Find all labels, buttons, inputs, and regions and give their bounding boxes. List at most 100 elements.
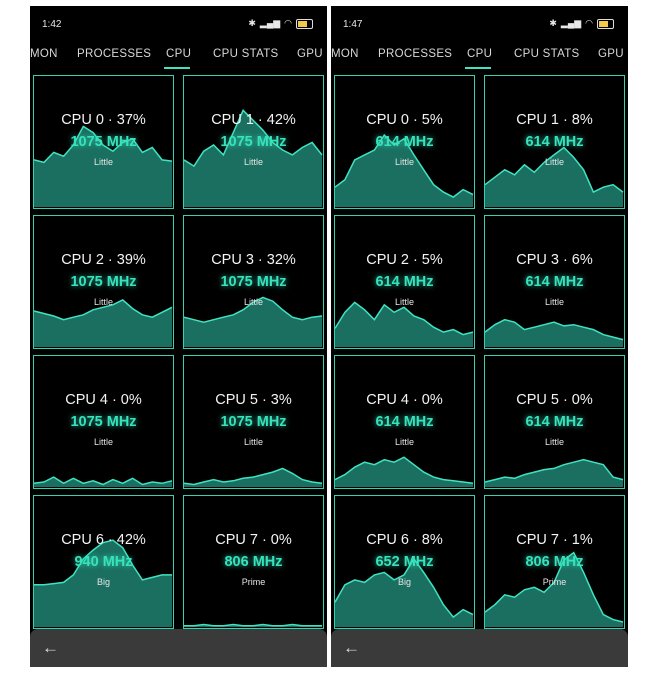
core-type: Prime: [542, 577, 567, 587]
tab-bar: MON PROCESSES CPU CPU STATS GPU: [331, 40, 628, 70]
core-type: Little: [394, 437, 414, 447]
core-type: Little: [394, 157, 414, 167]
core-frequency: 940 MHz: [74, 554, 133, 570]
tab-cpu[interactable]: CPU: [467, 48, 492, 60]
core-frequency: 806 MHz: [525, 554, 584, 570]
core-type: Big: [96, 577, 110, 587]
core-frequency: 1075 MHz: [70, 414, 137, 430]
tab-mon[interactable]: MON: [30, 48, 58, 60]
bluetooth-icon: ✱: [549, 18, 557, 28]
tab-mon[interactable]: MON: [331, 48, 359, 60]
status-icons: ✱ ▂▄▆ ◠: [248, 18, 313, 29]
core-usage-label: CPU 7 · 0%: [215, 532, 292, 548]
core-type: Little: [243, 157, 263, 167]
core-usage-label: CPU 2 · 5%: [366, 252, 443, 268]
cpu-core-grid: CPU 0 · 37% 1075 MHz Little CPU 1 · 42% 1075…: [33, 75, 324, 631]
core-frequency: 614 MHz: [525, 274, 584, 290]
core-usage-label: CPU 1 · 42%: [211, 112, 296, 128]
cpu-core-grid: CPU 0 · 5% 614 MHz Little CPU 1 · 8% 614 MHz…: [334, 75, 625, 631]
core-frequency: 614 MHz: [375, 274, 434, 290]
cpu-core-card[interactable]: CPU 7 · 0% 806 MHz Prime: [183, 495, 324, 629]
status-bar: 1:42 ✱ ▂▄▆ ◠: [30, 6, 327, 40]
core-usage-label: CPU 4 · 0%: [65, 392, 142, 408]
tab-cpu[interactable]: CPU: [166, 48, 191, 60]
core-frequency: 1075 MHz: [220, 134, 287, 150]
core-frequency: 614 MHz: [375, 134, 434, 150]
core-frequency: 614 MHz: [525, 414, 584, 430]
wifi-icon: ◠: [585, 18, 593, 28]
core-usage-label: CPU 2 · 39%: [61, 252, 146, 268]
tab-gpu[interactable]: GPU: [297, 48, 323, 60]
cpu-core-card[interactable]: CPU 0 · 37% 1075 MHz Little: [33, 75, 174, 209]
cpu-core-card[interactable]: CPU 5 · 0% 614 MHz Little: [484, 355, 625, 489]
cpu-core-card[interactable]: CPU 5 · 3% 1075 MHz Little: [183, 355, 324, 489]
core-usage-label: CPU 5 · 3%: [215, 392, 292, 408]
cpu-core-card[interactable]: CPU 1 · 8% 614 MHz Little: [484, 75, 625, 209]
core-usage-label: CPU 7 · 1%: [516, 532, 593, 548]
navigation-bar: ←: [30, 629, 327, 667]
core-frequency: 806 MHz: [224, 554, 283, 570]
core-usage-area: [335, 302, 473, 347]
cpu-core-card[interactable]: CPU 2 · 5% 614 MHz Little: [334, 215, 475, 349]
core-usage-label: CPU 6 · 8%: [366, 532, 443, 548]
bluetooth-icon: ✱: [248, 18, 256, 28]
cpu-core-card[interactable]: CPU 3 · 6% 614 MHz Little: [484, 215, 625, 349]
signal-icon: ▂▄▆: [259, 18, 281, 28]
core-type: Little: [394, 297, 414, 307]
tab-processes[interactable]: PROCESSES: [378, 48, 452, 60]
core-type: Little: [93, 157, 113, 167]
core-type: Little: [93, 437, 113, 447]
core-frequency: 614 MHz: [375, 414, 434, 430]
battery-icon: [296, 18, 313, 29]
navigation-bar: ←: [331, 629, 628, 667]
tab-cpu-stats[interactable]: CPU STATS: [213, 48, 279, 60]
tab-bar: MON PROCESSES CPU CPU STATS GPU: [30, 40, 327, 70]
cpu-core-card[interactable]: CPU 1 · 42% 1075 MHz Little: [183, 75, 324, 209]
cpu-core-card[interactable]: CPU 4 · 0% 614 MHz Little: [334, 355, 475, 489]
core-frequency: 614 MHz: [525, 134, 584, 150]
back-arrow-icon[interactable]: ←: [42, 638, 59, 658]
core-usage-label: CPU 0 · 37%: [61, 112, 146, 128]
active-tab-indicator: [465, 67, 491, 69]
wifi-icon: ◠: [284, 18, 292, 28]
core-usage-label: CPU 0 · 5%: [366, 112, 443, 128]
status-time: 1:47: [343, 19, 363, 30]
core-usage-label: CPU 1 · 8%: [516, 112, 593, 128]
core-frequency: 1075 MHz: [220, 274, 287, 290]
core-type: Little: [544, 437, 564, 447]
cpu-core-card[interactable]: CPU 7 · 1% 806 MHz Prime: [484, 495, 625, 629]
core-type: Little: [243, 297, 263, 307]
core-usage-label: CPU 5 · 0%: [516, 392, 593, 408]
core-frequency: 1075 MHz: [70, 274, 137, 290]
cpu-core-card[interactable]: CPU 6 · 42% 940 MHz Big: [33, 495, 174, 629]
phone-screen-right: 1:47 ✱ ▂▄▆ ◠ MON PROCESSES CPU CPU STATS…: [331, 6, 628, 667]
core-type: Little: [544, 297, 564, 307]
core-usage-label: CPU 3 · 6%: [516, 252, 593, 268]
core-type: Big: [397, 577, 411, 587]
core-type: Little: [544, 157, 564, 167]
tab-gpu[interactable]: GPU: [598, 48, 624, 60]
phone-screen-left: 1:42 ✱ ▂▄▆ ◠ MON PROCESSES CPU CPU STATS…: [30, 6, 327, 667]
cpu-core-card[interactable]: CPU 2 · 39% 1075 MHz Little: [33, 215, 174, 349]
core-type: Little: [243, 437, 263, 447]
core-usage-label: CPU 4 · 0%: [366, 392, 443, 408]
tab-processes[interactable]: PROCESSES: [77, 48, 151, 60]
status-bar: 1:47 ✱ ▂▄▆ ◠: [331, 6, 628, 40]
core-type: Prime: [241, 577, 266, 587]
back-arrow-icon[interactable]: ←: [343, 638, 360, 658]
cpu-core-card[interactable]: CPU 0 · 5% 614 MHz Little: [334, 75, 475, 209]
signal-icon: ▂▄▆: [560, 18, 582, 28]
core-type: Little: [93, 297, 113, 307]
active-tab-indicator: [164, 67, 190, 69]
status-icons: ✱ ▂▄▆ ◠: [549, 18, 614, 29]
core-frequency: 1075 MHz: [70, 134, 137, 150]
cpu-core-card[interactable]: CPU 3 · 32% 1075 MHz Little: [183, 215, 324, 349]
tab-cpu-stats[interactable]: CPU STATS: [514, 48, 580, 60]
core-usage-area: [335, 457, 473, 487]
core-usage-label: CPU 6 · 42%: [61, 532, 146, 548]
status-time: 1:42: [42, 19, 62, 30]
core-frequency: 1075 MHz: [220, 414, 287, 430]
cpu-core-card[interactable]: CPU 4 · 0% 1075 MHz Little: [33, 355, 174, 489]
core-frequency: 652 MHz: [375, 554, 434, 570]
cpu-core-card[interactable]: CPU 6 · 8% 652 MHz Big: [334, 495, 475, 629]
